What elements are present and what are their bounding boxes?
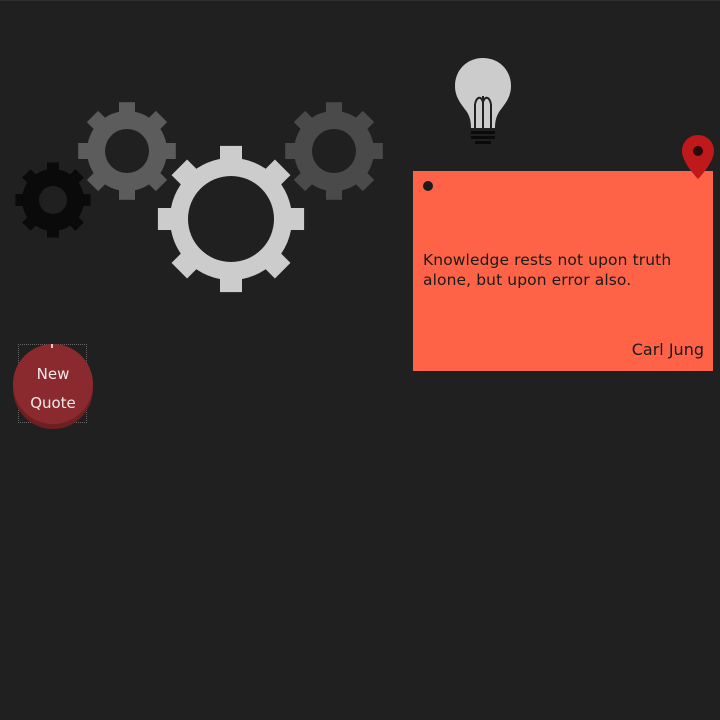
lightbulb-icon [453,56,513,148]
gear-icon [284,101,384,201]
quote-text: Knowledge rests not upon truth alone, bu… [423,251,672,289]
app-stage: Knowledge rests not upon truth alone, bu… [0,0,720,720]
quote-card: Knowledge rests not upon truth alone, bu… [413,171,713,371]
quote-author: Carl Jung [631,340,704,359]
note-dot [423,181,433,191]
map-pin-icon [681,134,715,180]
new-quote-label-line2: Quote [30,393,76,412]
top-border [0,0,720,1]
new-quote-label-line1: New [36,364,70,383]
button-marker [51,344,53,348]
new-quote-button[interactable]: New Quote [13,344,93,424]
